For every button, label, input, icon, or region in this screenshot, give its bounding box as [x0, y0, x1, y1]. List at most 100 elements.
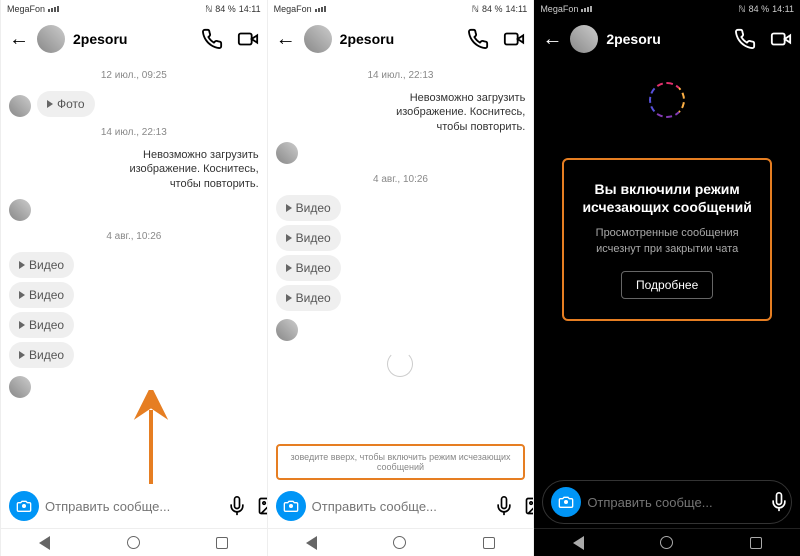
annotation-arrow	[131, 390, 171, 484]
msg-label: Видео	[296, 201, 331, 215]
avatar	[9, 199, 31, 221]
error-msg[interactable]: Невозможно загрузить изображение. Коснит…	[395, 91, 525, 134]
video-msg[interactable]: Видео	[9, 312, 74, 338]
swipe-hint: зоведите вверх, чтобы включить режим исч…	[276, 444, 526, 480]
nav-recent[interactable]	[750, 537, 762, 549]
avatar	[9, 376, 31, 398]
video-call-icon[interactable]	[237, 28, 259, 50]
video-msg[interactable]: Видео	[276, 225, 341, 251]
timestamp: 14 июл., 22:13	[9, 127, 259, 138]
message-input[interactable]	[312, 499, 488, 514]
camera-button[interactable]	[9, 491, 39, 521]
nav-back[interactable]	[573, 536, 584, 550]
avatar	[9, 95, 31, 117]
play-icon	[19, 351, 25, 359]
loading-spinner	[387, 351, 413, 377]
nfc-icon: ℕ	[205, 4, 212, 15]
video-msg[interactable]: Видео	[9, 282, 74, 308]
clock: 14:11	[239, 4, 261, 14]
status-bar: MegaFon ℕ84 %14:11	[1, 0, 267, 18]
timestamp: 12 июл., 09:25	[9, 70, 259, 81]
chat-area[interactable]: 12 июл., 09:25 Фото 14 июл., 22:13 Невоз…	[1, 60, 267, 484]
nav-recent[interactable]	[216, 537, 228, 549]
signal-icon	[581, 6, 592, 12]
screen-3: MegaFon ℕ84 %14:11 ← 2pesoru Вы включили…	[533, 0, 800, 556]
input-bar	[1, 484, 267, 528]
play-icon	[286, 204, 292, 212]
timestamp: 14 июл., 22:13	[276, 70, 526, 81]
call-icon[interactable]	[734, 28, 756, 50]
chat-area[interactable]: Вы включили режим исчезающих сообщений П…	[534, 60, 800, 476]
video-msg[interactable]: Видео	[276, 285, 341, 311]
status-bar: MegaFon ℕ84 %14:11	[268, 0, 534, 18]
play-icon	[19, 291, 25, 299]
avatar	[276, 319, 298, 341]
username[interactable]: 2pesoru	[606, 31, 726, 47]
msg-label: Видео	[29, 348, 64, 362]
back-icon[interactable]: ←	[276, 28, 296, 51]
msg-label: Фото	[57, 97, 85, 111]
vanish-mode-modal: Вы включили режим исчезающих сообщений П…	[562, 158, 772, 321]
screen-2: MegaFon ℕ84 %14:11 ← 2pesoru 14 июл., 22…	[267, 0, 534, 556]
carrier: MegaFon	[540, 4, 578, 14]
battery: 84 %	[482, 4, 503, 14]
nfc-icon: ℕ	[472, 4, 479, 15]
mic-icon[interactable]	[227, 496, 247, 516]
call-icon[interactable]	[201, 28, 223, 50]
error-msg[interactable]: Невозможно загрузить изображение. Коснит…	[129, 148, 259, 191]
input-bar	[542, 480, 792, 524]
nav-bar	[268, 528, 534, 556]
camera-button[interactable]	[276, 491, 306, 521]
msg-label: Видео	[29, 318, 64, 332]
avatar[interactable]	[37, 25, 65, 53]
video-msg[interactable]: Видео	[9, 252, 74, 278]
msg-label: Видео	[29, 288, 64, 302]
play-icon	[47, 100, 53, 108]
play-icon	[286, 294, 292, 302]
photo-msg[interactable]: Фото	[37, 91, 95, 117]
nav-bar	[534, 528, 800, 556]
clock: 14:11	[772, 4, 794, 14]
signal-icon	[315, 6, 326, 12]
message-input[interactable]	[587, 495, 763, 510]
timestamp: 4 авг., 10:26	[276, 174, 526, 185]
nav-home[interactable]	[660, 536, 673, 549]
nav-bar	[1, 528, 267, 556]
video-call-icon[interactable]	[503, 28, 525, 50]
username[interactable]: 2pesoru	[73, 31, 193, 47]
nav-recent[interactable]	[483, 537, 495, 549]
avatar	[276, 142, 298, 164]
chat-area[interactable]: 14 июл., 22:13 Невозможно загрузить изоб…	[268, 60, 534, 440]
msg-label: Видео	[29, 258, 64, 272]
timestamp: 4 авг., 10:26	[9, 231, 259, 242]
modal-title: Вы включили режим исчезающих сообщений	[576, 180, 758, 216]
nfc-icon: ℕ	[738, 4, 745, 15]
video-msg[interactable]: Видео	[276, 195, 341, 221]
message-input[interactable]	[45, 499, 221, 514]
camera-button[interactable]	[551, 487, 581, 517]
back-icon[interactable]: ←	[542, 28, 562, 51]
username[interactable]: 2pesoru	[340, 31, 460, 47]
nav-home[interactable]	[393, 536, 406, 549]
video-msg[interactable]: Видео	[276, 255, 341, 281]
nav-back[interactable]	[39, 536, 50, 550]
mic-icon[interactable]	[494, 496, 514, 516]
learn-more-button[interactable]: Подробнее	[621, 271, 713, 299]
video-msg[interactable]: Видео	[9, 342, 74, 368]
avatar[interactable]	[304, 25, 332, 53]
mic-icon[interactable]	[769, 492, 789, 512]
msg-label: Видео	[296, 231, 331, 245]
vanish-ring-icon	[649, 82, 685, 118]
chat-header: ← 2pesoru	[1, 18, 267, 60]
play-icon	[19, 261, 25, 269]
carrier: MegaFon	[7, 4, 45, 14]
nav-home[interactable]	[127, 536, 140, 549]
modal-subtitle: Просмотренные сообщения исчезнут при зак…	[576, 226, 758, 257]
call-icon[interactable]	[467, 28, 489, 50]
nav-back[interactable]	[306, 536, 317, 550]
input-bar	[268, 484, 534, 528]
back-icon[interactable]: ←	[9, 28, 29, 51]
avatar[interactable]	[570, 25, 598, 53]
video-call-icon[interactable]	[770, 28, 792, 50]
carrier: MegaFon	[274, 4, 312, 14]
